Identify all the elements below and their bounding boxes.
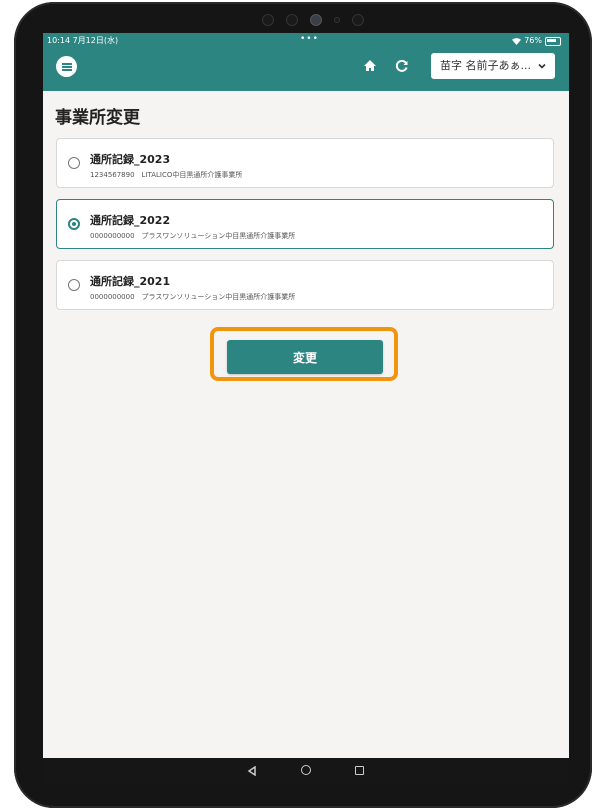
office-option-2021[interactable]: 通所記録_2021 0000000000 プラスワンソリューション中目黒通所介護…: [56, 260, 554, 310]
refresh-icon: [395, 59, 408, 72]
android-nav-bar: [43, 758, 569, 784]
nav-home-icon[interactable]: [301, 765, 311, 775]
page-title: 事業所変更: [55, 108, 140, 128]
battery-icon: [545, 36, 561, 46]
radio-button[interactable]: [68, 157, 80, 169]
hamburger-icon: [61, 62, 72, 71]
app-screen: 10:14 7月12日(水) ••• 76% 苗字 名前子あぁ... 事業所変更…: [43, 33, 569, 771]
office-option-subtitle: 0000000000 プラスワンソリューション中目黒通所介護事業所: [90, 293, 296, 301]
wifi-icon: [512, 37, 522, 45]
office-option-title: 通所記録_2021: [90, 275, 171, 288]
sensor-icon: [262, 14, 274, 26]
menu-button[interactable]: [56, 56, 77, 77]
home-button[interactable]: [361, 57, 379, 75]
radio-button-selected[interactable]: [68, 218, 80, 230]
radio-button[interactable]: [68, 279, 80, 291]
app-header: 10:14 7月12日(水) ••• 76% 苗字 名前子あぁ...: [43, 33, 569, 91]
user-select-value: 苗字 名前子あぁ...: [440, 59, 531, 72]
office-option-title: 通所記録_2023: [90, 153, 171, 166]
status-bar: 10:14 7月12日(水) ••• 76%: [43, 34, 569, 47]
office-option-title: 通所記録_2022: [90, 214, 171, 227]
sensor-icon: [352, 14, 364, 26]
battery-percent: 76%: [524, 36, 542, 45]
back-icon[interactable]: [247, 766, 257, 776]
status-dots: •••: [300, 34, 319, 44]
office-option-2023[interactable]: 通所記録_2023 1234567890 LITALICO中目黒通所介護事業所: [56, 138, 554, 188]
office-option-2022[interactable]: 通所記録_2022 0000000000 プラスワンソリューション中目黒通所介護…: [56, 199, 554, 249]
status-indicators: 76%: [512, 35, 561, 47]
sensor-icon: [286, 14, 298, 26]
change-button[interactable]: 変更: [227, 340, 383, 374]
office-option-subtitle: 1234567890 LITALICO中目黒通所介護事業所: [90, 171, 243, 179]
chevron-down-icon: [538, 63, 546, 69]
sensor-icon: [334, 17, 340, 23]
camera-icon: [310, 14, 322, 26]
home-icon: [364, 60, 376, 71]
refresh-button[interactable]: [393, 57, 411, 75]
user-select[interactable]: 苗字 名前子あぁ...: [431, 53, 555, 79]
camera-bar: [262, 14, 364, 26]
status-time: 10:14 7月12日(水): [47, 36, 119, 45]
office-option-subtitle: 0000000000 プラスワンソリューション中目黒通所介護事業所: [90, 232, 296, 240]
recent-apps-icon[interactable]: [355, 766, 364, 775]
